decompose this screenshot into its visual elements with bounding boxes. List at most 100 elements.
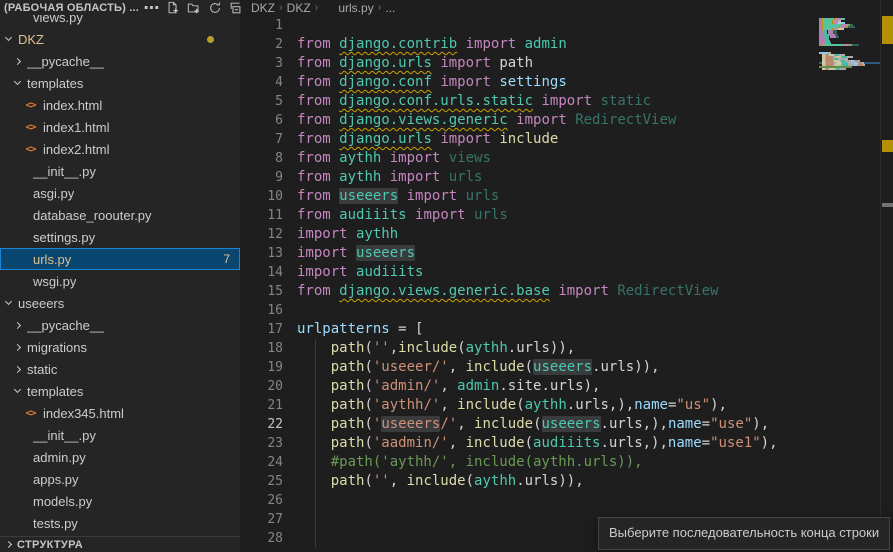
code-text: from useeers import urls <box>297 187 499 206</box>
tree-item-templates[interactable]: templates <box>0 72 240 94</box>
line-number: 3 <box>241 54 283 73</box>
tree-item-models-py[interactable]: models.py <box>0 490 240 512</box>
line-number: 21 <box>241 396 283 415</box>
code-line[interactable]: 1 <box>241 16 893 35</box>
code-area[interactable]: 12from django.contrib import admin3from … <box>241 16 893 548</box>
python-file-icon <box>13 252 28 267</box>
line-number: 4 <box>241 73 283 92</box>
breadcrumb-separator-icon: › <box>315 2 319 14</box>
tree-item-urls-py[interactable]: urls.py7 <box>0 248 240 270</box>
code-line[interactable]: 14import audiiits <box>241 263 893 282</box>
tree-item-label: templates <box>27 384 83 399</box>
tree-item-index345-html[interactable]: <>index345.html <box>0 402 240 424</box>
tree-item--init-py[interactable]: __init__.py <box>0 424 240 446</box>
code-line[interactable]: 26 <box>241 491 893 510</box>
chevron-down-icon <box>14 78 21 85</box>
tree-item-asgi-py[interactable]: asgi.py <box>0 182 240 204</box>
tree-item-index1-html[interactable]: <>index1.html <box>0 116 240 138</box>
new-folder-icon[interactable] <box>187 1 201 15</box>
code-line[interactable]: 7from django.urls import include <box>241 130 893 149</box>
code-line[interactable]: 17urlpatterns = [ <box>241 320 893 339</box>
minimap[interactable] <box>819 16 881 156</box>
code-text: from aythh import views <box>297 149 491 168</box>
code-line[interactable]: 20 path('admin/', admin.site.urls), <box>241 377 893 396</box>
python-file-icon <box>13 450 28 465</box>
chevron-right-icon <box>14 365 21 372</box>
chevron-down-icon <box>5 34 12 41</box>
tree-item-dkz[interactable]: DKZ <box>0 28 240 50</box>
line-number: 17 <box>241 320 283 339</box>
code-text: from django.conf import settings <box>297 73 567 92</box>
code-line[interactable]: 5from django.conf.urls.static import sta… <box>241 92 893 111</box>
breadcrumb-item[interactable]: urls.py <box>338 1 373 15</box>
tree-item-static[interactable]: static <box>0 358 240 380</box>
python-file-icon <box>13 274 28 289</box>
indent-guide <box>315 339 316 548</box>
tree-item--pycache-[interactable]: __pycache__ <box>0 314 240 336</box>
new-file-icon[interactable] <box>166 1 180 15</box>
breadcrumb-item[interactable]: ... <box>385 1 395 15</box>
python-file-icon <box>13 208 28 223</box>
line-number: 18 <box>241 339 283 358</box>
tree-item-apps-py[interactable]: apps.py <box>0 468 240 490</box>
vscode-window: views.pyDKZ__pycache__templates<>index.h… <box>0 0 893 552</box>
tree-item-label: DKZ <box>18 32 44 47</box>
code-line[interactable]: 15from django.views.generic.base import … <box>241 282 893 301</box>
code-text: from aythh import urls <box>297 168 482 187</box>
tree-item-migrations[interactable]: migrations <box>0 336 240 358</box>
overview-ruler[interactable] <box>880 0 893 552</box>
code-line[interactable]: 16 <box>241 301 893 320</box>
python-file-icon <box>13 494 28 509</box>
tree-item-settings-py[interactable]: settings.py <box>0 226 240 248</box>
tree-item--init-py[interactable]: __init__.py <box>0 160 240 182</box>
code-line[interactable]: 10from useeers import urls <box>241 187 893 206</box>
tree-item-label: __init__.py <box>33 164 96 179</box>
code-line[interactable]: 3from django.urls import path <box>241 54 893 73</box>
code-line[interactable]: 11from audiiits import urls <box>241 206 893 225</box>
tree-item-label: index2.html <box>43 142 109 157</box>
code-line[interactable]: 19 path('useeer/', include(useeers.urls)… <box>241 358 893 377</box>
code-line[interactable]: 25 path('', include(aythh.urls)), <box>241 472 893 491</box>
tree-item-index-html[interactable]: <>index.html <box>0 94 240 116</box>
tree-item--pycache-[interactable]: __pycache__ <box>0 50 240 72</box>
breadcrumb-item[interactable]: DKZ <box>251 1 275 15</box>
tree-item-useeers[interactable]: useeers <box>0 292 240 314</box>
tree-item-wsgi-py[interactable]: wsgi.py <box>0 270 240 292</box>
tree-item-label: admin.py <box>33 450 86 465</box>
code-line[interactable]: 22 path('useeers/', include(useeers.urls… <box>241 415 893 434</box>
tree-item-label: index1.html <box>43 120 109 135</box>
code-line[interactable]: 4 from django.conf import settings <box>241 73 893 92</box>
tree-item-index2-html[interactable]: <>index2.html <box>0 138 240 160</box>
code-line[interactable]: 18 path('',include(aythh.urls)), <box>241 339 893 358</box>
code-line[interactable]: 2from django.contrib import admin <box>241 35 893 54</box>
explorer-sidebar: views.pyDKZ__pycache__templates<>index.h… <box>0 0 241 552</box>
tree-item-database-roouter-py[interactable]: database_roouter.py <box>0 204 240 226</box>
code-line[interactable]: 23 path('aadmin/', include(audiiits.urls… <box>241 434 893 453</box>
collapse-all-icon[interactable] <box>229 1 243 15</box>
code-line[interactable]: 12import aythh <box>241 225 893 244</box>
chevron-right-icon <box>14 57 21 64</box>
code-line[interactable]: 24 #path('aythh/', include(aythh.urls)), <box>241 453 893 472</box>
code-line[interactable]: 9from aythh import urls <box>241 168 893 187</box>
code-line[interactable]: 6from django.views.generic import Redire… <box>241 111 893 130</box>
code-text: from django.views.generic.base import Re… <box>297 282 718 301</box>
more-actions-icon[interactable]: ⋯ <box>145 1 159 15</box>
code-text: from django.contrib import admin <box>297 35 567 54</box>
outline-section-header[interactable]: СТРУКТУРА <box>0 536 240 552</box>
code-line[interactable]: 21 path('aythh/', include(aythh.urls,),n… <box>241 396 893 415</box>
tree-item-tests-py[interactable]: tests.py <box>0 512 240 534</box>
code-line[interactable]: 13import useeers <box>241 244 893 263</box>
outline-label: СТРУКТУРА <box>17 539 83 551</box>
code-line[interactable]: 8from aythh import views <box>241 149 893 168</box>
tree-item-templates[interactable]: templates <box>0 380 240 402</box>
breadcrumb-item[interactable]: DKZ <box>287 1 311 15</box>
line-number: 1 <box>241 16 283 35</box>
refresh-icon[interactable] <box>208 1 222 15</box>
line-number: 25 <box>241 472 283 491</box>
code-text: from audiiits import urls <box>297 206 508 225</box>
minimap-line <box>819 44 881 46</box>
tree-item-label: asgi.py <box>33 186 74 201</box>
chevron-down-icon <box>5 298 12 305</box>
tree-item-admin-py[interactable]: admin.py <box>0 446 240 468</box>
code-text: path('admin/', admin.site.urls), <box>297 377 600 396</box>
